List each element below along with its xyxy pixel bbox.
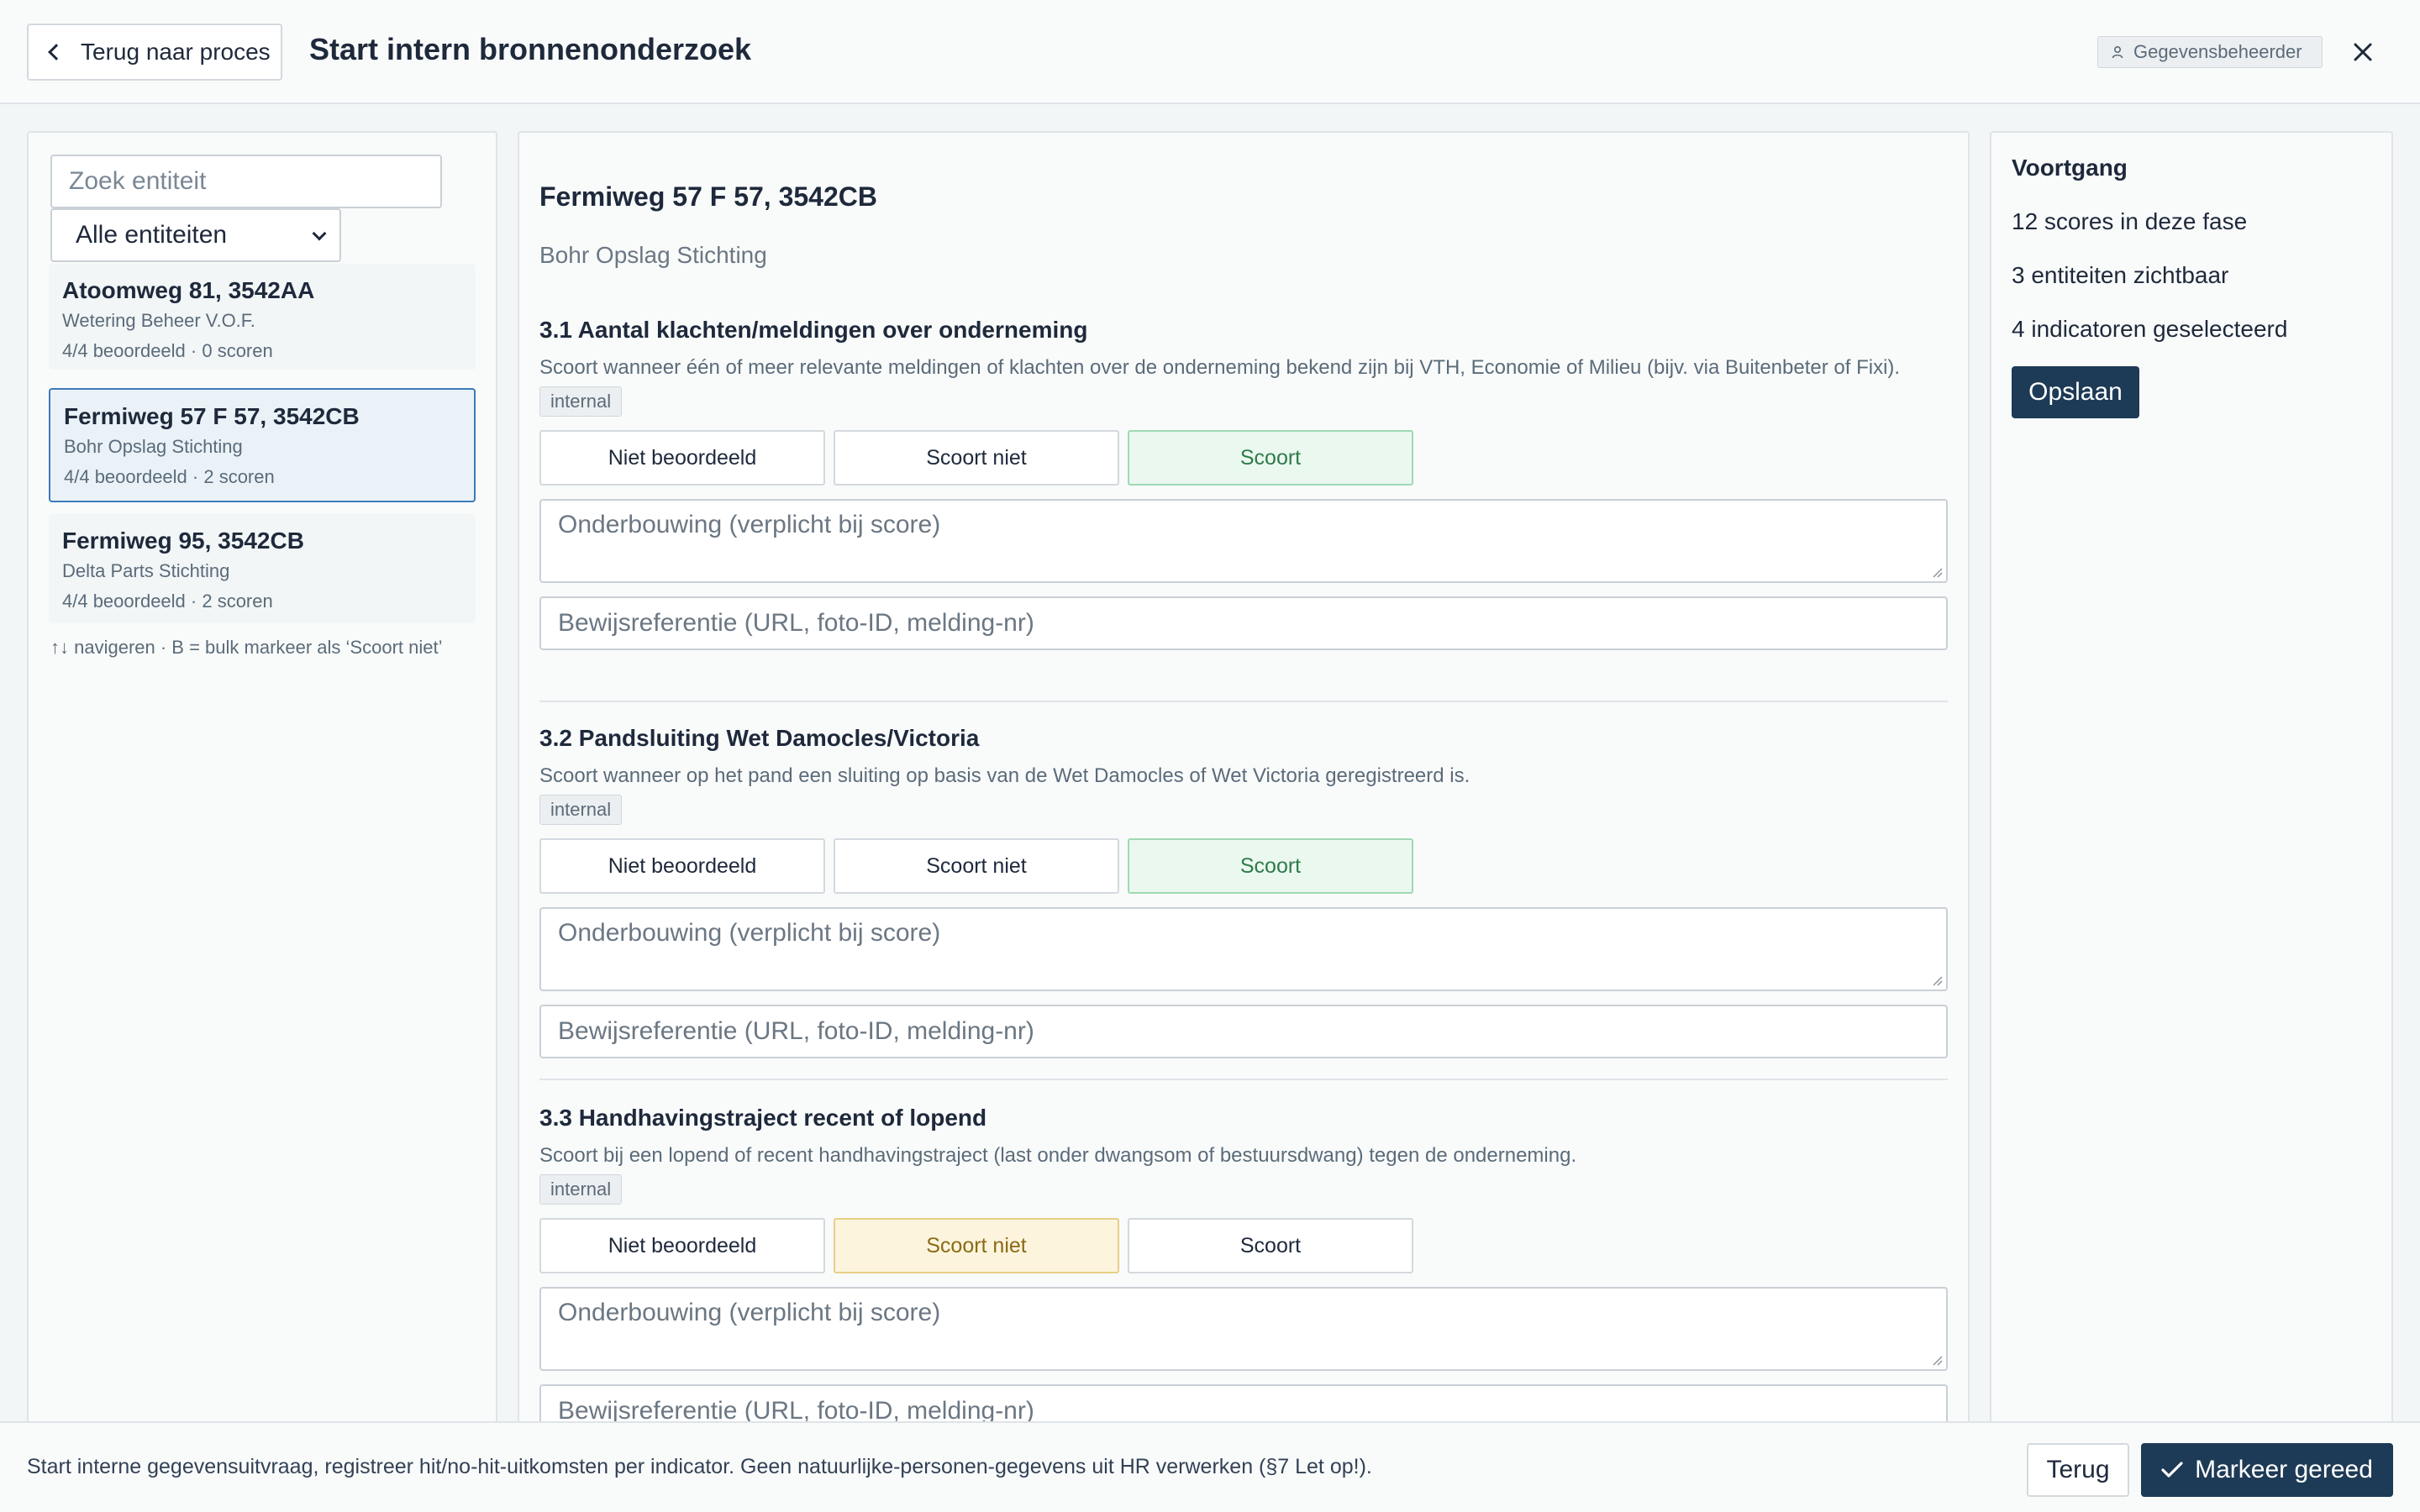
indicator-divider [539,701,1948,702]
keyboard-hint: ↑↓ navigeren · B = bulk markeer als ‘Sco… [50,637,443,658]
progress-scores: 12 scores in deze fase [2012,208,2248,234]
justification-placeholder: Onderbouwing (verplicht bij score) [558,511,941,538]
entity-stats: 4/4 beoordeeld · 0 scoren [62,340,273,361]
indicator-3-3: 3.3 Handhavingstraject recent of lopend … [539,1104,1948,1423]
score-options: Niet beoordeeld Scoort niet Scoort [539,1218,1948,1273]
justification-placeholder: Onderbouwing (verplicht bij score) [558,919,941,947]
justification-placeholder: Onderbouwing (verplicht bij score) [558,1299,941,1326]
entity-subtitle: Bohr Opslag Stichting [539,242,767,268]
role-badge: Gegevensbeheerder [2097,36,2323,68]
entity-item-selected[interactable]: Fermiweg 57 F 57, 3542CB Bohr Opslag Sti… [49,388,476,502]
footer-bar: Start interne gegevensuitvraag, registre… [0,1421,2420,1512]
back-to-process-button[interactable]: Terug naar proces [27,24,282,81]
source-tag: internal [539,1174,623,1205]
evidence-input[interactable]: Bewijsreferentie (URL, foto-ID, melding-… [539,1005,1948,1058]
indicator-title: 3.2 Pandsluiting Wet Damocles/Victoria [539,725,980,751]
entity-stats: 4/4 beoordeeld · 2 scoren [64,466,275,487]
evidence-input[interactable]: Bewijsreferentie (URL, foto-ID, melding-… [539,1384,1948,1423]
entity-title: Fermiweg 57 F 57, 3542CB [539,181,877,212]
progress-title: Voortgang [2012,155,2128,181]
entity-list-panel: Alle entiteiten Atoomweg 81, 3542AA Wete… [27,131,497,1425]
back-button[interactable]: Terug [2027,1443,2129,1497]
close-button[interactable] [2344,34,2381,71]
close-icon [2354,43,2372,61]
indicator-title: 3.1 Aantal klachten/meldingen over onder… [539,317,1088,343]
scoring-button[interactable]: Scoort [1128,838,1413,894]
entity-org: Bohr Opslag Stichting [64,436,243,457]
resize-grip-icon[interactable] [1929,564,1943,578]
source-tag: internal [539,386,623,417]
entity-search-input[interactable] [50,155,442,208]
entity-org: Wetering Beheer V.O.F. [62,310,255,331]
indicator-description: Scoort wanneer één of meer relevante mel… [539,356,1901,379]
check-icon [2161,1462,2183,1478]
resize-grip-icon[interactable] [1929,973,1943,986]
mark-done-button[interactable]: Markeer gereed [2141,1443,2393,1497]
scoring-button[interactable]: Scoort [1128,430,1413,486]
entity-filter-select[interactable]: Alle entiteiten [50,208,341,262]
not-assessed-button[interactable]: Niet beoordeeld [539,838,825,894]
not-scoring-button[interactable]: Scoort niet [834,838,1119,894]
page-title: Start intern bronnenonderzoek [309,32,752,66]
source-tag: internal [539,795,623,825]
user-icon [2112,45,2123,59]
indicator-panel: Fermiweg 57 F 57, 3542CB Bohr Opslag Sti… [518,131,1970,1425]
indicator-3-1: 3.1 Aantal klachten/meldingen over onder… [539,316,1948,650]
entity-item[interactable]: Fermiweg 95, 3542CB Delta Parts Stichtin… [49,514,476,623]
justification-textarea[interactable]: Onderbouwing (verplicht bij score) [539,499,1948,583]
chevron-left-icon [48,44,65,60]
indicator-3-2: 3.2 Pandsluiting Wet Damocles/Victoria S… [539,724,1948,1058]
progress-entities: 3 entiteiten zichtbaar [2012,262,2229,288]
indicator-title: 3.3 Handhavingstraject recent of lopend [539,1105,987,1131]
not-scoring-button[interactable]: Scoort niet [834,1218,1119,1273]
resize-grip-icon[interactable] [1929,1352,1943,1366]
back-button-label: Terug naar proces [81,39,271,65]
entity-stats: 4/4 beoordeeld · 2 scoren [62,591,273,612]
not-scoring-button[interactable]: Scoort niet [834,430,1119,486]
entity-address: Fermiweg 95, 3542CB [62,528,304,554]
not-assessed-button[interactable]: Niet beoordeeld [539,1218,825,1273]
justification-textarea[interactable]: Onderbouwing (verplicht bij score) [539,1287,1948,1371]
evidence-placeholder: Bewijsreferentie (URL, foto-ID, melding-… [558,1017,1034,1045]
mark-done-label: Markeer gereed [2195,1456,2373,1483]
entity-filter-value: Alle entiteiten [76,221,228,249]
indicator-description: Scoort bij een lopend of recent handhavi… [539,1144,1577,1167]
top-bar: Terug naar proces Start intern bronnenon… [0,0,2420,104]
entity-address: Fermiweg 57 F 57, 3542CB [64,403,360,429]
indicator-description: Scoort wanneer op het pand een sluiting … [539,764,1470,787]
entity-org: Delta Parts Stichting [62,560,230,581]
evidence-placeholder: Bewijsreferentie (URL, foto-ID, melding-… [558,609,1034,637]
not-assessed-button[interactable]: Niet beoordeeld [539,430,825,486]
entity-address: Atoomweg 81, 3542AA [62,277,315,303]
evidence-input[interactable]: Bewijsreferentie (URL, foto-ID, melding-… [539,596,1948,650]
score-options: Niet beoordeeld Scoort niet Scoort [539,838,1948,894]
chevron-down-icon [312,226,327,241]
justification-textarea[interactable]: Onderbouwing (verplicht bij score) [539,907,1948,991]
role-badge-label: Gegevensbeheerder [2133,41,2302,62]
indicator-divider [539,1079,1948,1080]
footer-instructions: Start interne gegevensuitvraag, registre… [27,1455,1372,1478]
entity-item[interactable]: Atoomweg 81, 3542AA Wetering Beheer V.O.… [49,264,476,370]
score-options: Niet beoordeeld Scoort niet Scoort [539,430,1948,486]
progress-panel: Voortgang 12 scores in deze fase 3 entit… [1990,131,2393,1425]
save-button[interactable]: Opslaan [2012,366,2139,418]
scoring-button[interactable]: Scoort [1128,1218,1413,1273]
progress-indicators: 4 indicatoren geselecteerd [2012,316,2288,342]
